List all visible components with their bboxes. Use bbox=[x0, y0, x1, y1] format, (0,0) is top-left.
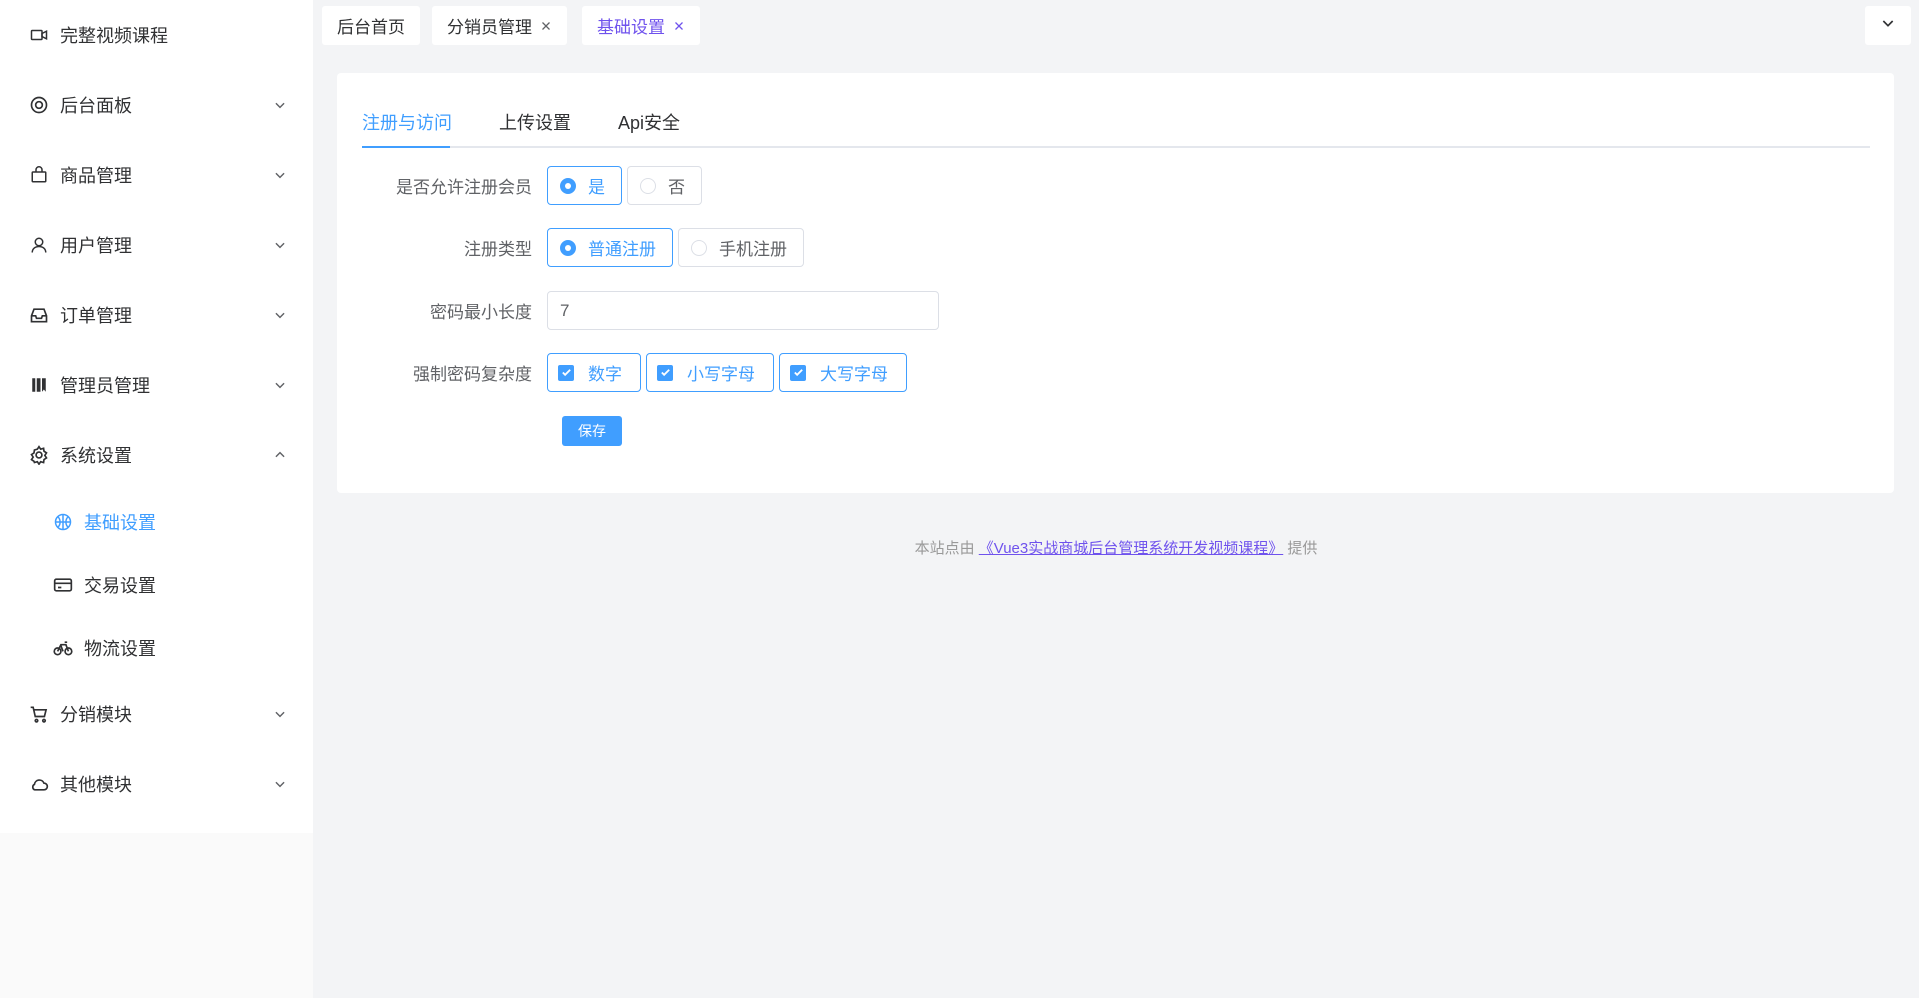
tag-label: 后台首页 bbox=[337, 18, 405, 37]
radio-unchecked-icon bbox=[640, 177, 656, 194]
sidebar-item-label: 分销模块 bbox=[60, 705, 132, 725]
chevron-down-icon bbox=[273, 168, 287, 182]
radio-label: 否 bbox=[668, 178, 685, 197]
tab-active-indicator bbox=[362, 146, 450, 148]
tag-label: 基础设置 bbox=[597, 18, 665, 37]
chevron-down-icon bbox=[273, 777, 287, 791]
tag-bar: 后台首页 分销员管理 基础设置 bbox=[313, 0, 1919, 52]
register-type-normal-radio[interactable]: 普通注册 bbox=[547, 228, 673, 267]
sidebar-item-label: 系统设置 bbox=[60, 446, 132, 466]
allow-register-label: 是否允许注册会员 bbox=[396, 178, 532, 197]
sidebar-menu: 完整视频课程 后台面板 商品管理 用户管理 订单管理 管理员管理 系统设置 基础… bbox=[0, 0, 313, 833]
user-icon bbox=[28, 234, 50, 256]
checkbox-checked-icon bbox=[558, 364, 574, 381]
sidebar-item-admins[interactable]: 管理员管理 bbox=[0, 350, 313, 420]
radio-label: 普通注册 bbox=[588, 240, 656, 259]
credit-card-icon bbox=[52, 574, 74, 596]
checkbox-label: 小写字母 bbox=[687, 365, 755, 384]
tag-label: 分销员管理 bbox=[447, 18, 532, 37]
tag-basic-settings[interactable]: 基础设置 bbox=[582, 6, 700, 45]
sidebar-item-orders[interactable]: 订单管理 bbox=[0, 280, 313, 350]
notebook-icon bbox=[28, 374, 50, 396]
register-type-row: 注册类型 普通注册 手机注册 bbox=[337, 228, 809, 267]
course-link[interactable]: 《Vue3实战商城后台管理系统开发视频课程》 bbox=[979, 540, 1283, 557]
complexity-lowercase-checkbox[interactable]: 小写字母 bbox=[646, 353, 774, 392]
sidebar-item-label: 完整视频课程 bbox=[60, 26, 168, 46]
password-complexity-row: 强制密码复杂度 数字 小写字母 大写字母 bbox=[337, 353, 912, 392]
radio-label: 手机注册 bbox=[719, 240, 787, 259]
close-icon[interactable] bbox=[673, 20, 685, 32]
complexity-digits-checkbox[interactable]: 数字 bbox=[547, 353, 641, 392]
checkbox-label: 大写字母 bbox=[820, 365, 888, 384]
footer-suffix: 提供 bbox=[1287, 540, 1318, 557]
sidebar-item-distribution[interactable]: 分销模块 bbox=[0, 679, 313, 749]
radio-unchecked-icon bbox=[691, 239, 707, 256]
sidebar-subitem-trade-settings[interactable]: 交易设置 bbox=[0, 553, 313, 616]
shopping-bag-icon bbox=[28, 164, 50, 186]
sidebar: 完整视频课程 后台面板 商品管理 用户管理 订单管理 管理员管理 系统设置 基础… bbox=[0, 0, 313, 998]
close-icon[interactable] bbox=[540, 20, 552, 32]
sidebar-item-users[interactable]: 用户管理 bbox=[0, 210, 313, 280]
video-camera-icon bbox=[28, 24, 50, 46]
chevron-up-icon bbox=[273, 448, 287, 462]
bicycle-icon bbox=[52, 637, 74, 659]
inbox-icon bbox=[28, 304, 50, 326]
sidebar-item-dashboard[interactable]: 后台面板 bbox=[0, 70, 313, 140]
tab-upload-settings[interactable]: 上传设置 bbox=[499, 108, 571, 148]
allow-register-row: 是否允许注册会员 是 否 bbox=[337, 166, 707, 205]
checkbox-checked-icon bbox=[657, 364, 673, 381]
allow-register-no-radio[interactable]: 否 bbox=[627, 166, 702, 205]
sidebar-item-label: 其他模块 bbox=[60, 775, 132, 795]
sidebar-subitem-logistics-settings[interactable]: 物流设置 bbox=[0, 616, 313, 679]
radio-checked-icon bbox=[560, 177, 576, 194]
sidebar-item-label: 用户管理 bbox=[60, 236, 132, 256]
footer-prefix: 本站点由 bbox=[914, 540, 975, 557]
tab-register-access[interactable]: 注册与访问 bbox=[362, 108, 452, 148]
chevron-down-icon bbox=[273, 238, 287, 252]
sidebar-subitem-label: 交易设置 bbox=[84, 575, 156, 596]
register-type-label: 注册类型 bbox=[464, 240, 532, 259]
cloud-icon bbox=[28, 773, 50, 795]
sidebar-subitem-basic-settings[interactable]: 基础设置 bbox=[0, 490, 313, 553]
password-min-label: 密码最小长度 bbox=[430, 303, 532, 322]
checkbox-label: 数字 bbox=[588, 365, 622, 384]
sidebar-subitem-label: 基础设置 bbox=[84, 512, 156, 533]
radio-label: 是 bbox=[588, 178, 605, 197]
sidebar-item-label: 管理员管理 bbox=[60, 376, 150, 396]
tab-api-security[interactable]: Api安全 bbox=[618, 108, 680, 148]
shopping-cart-icon bbox=[28, 703, 50, 725]
sidebar-item-system-settings[interactable]: 系统设置 bbox=[0, 420, 313, 490]
sidebar-item-other[interactable]: 其他模块 bbox=[0, 749, 313, 819]
password-min-row: 密码最小长度 7 bbox=[337, 291, 939, 330]
radio-checked-icon bbox=[560, 239, 576, 256]
register-type-phone-radio[interactable]: 手机注册 bbox=[678, 228, 804, 267]
chevron-down-icon bbox=[273, 378, 287, 392]
sidebar-item-products[interactable]: 商品管理 bbox=[0, 140, 313, 210]
chevron-down-icon bbox=[273, 707, 287, 721]
password-min-input[interactable]: 7 bbox=[547, 291, 939, 330]
sidebar-item-full-video-course[interactable]: 完整视频课程 bbox=[0, 0, 313, 70]
chevron-down-icon bbox=[273, 308, 287, 322]
password-complexity-label: 强制密码复杂度 bbox=[413, 365, 532, 384]
settings-card: 注册与访问 上传设置 Api安全 是否允许注册会员 是 否 注册类型 普通注册 … bbox=[337, 73, 1894, 493]
menu-spacer bbox=[0, 819, 313, 833]
allow-register-yes-radio[interactable]: 是 bbox=[547, 166, 622, 205]
chevron-down-icon bbox=[1880, 15, 1896, 36]
sidebar-subitem-label: 物流设置 bbox=[84, 638, 156, 659]
gear-icon bbox=[28, 444, 50, 466]
tag-dashboard-home[interactable]: 后台首页 bbox=[322, 6, 420, 45]
settings-tabs: 注册与访问 上传设置 Api安全 bbox=[362, 108, 1870, 148]
save-button[interactable]: 保存 bbox=[562, 416, 622, 446]
help-buoy-icon bbox=[28, 94, 50, 116]
checkbox-checked-icon bbox=[790, 364, 806, 381]
complexity-uppercase-checkbox[interactable]: 大写字母 bbox=[779, 353, 907, 392]
chevron-down-icon bbox=[273, 98, 287, 112]
sidebar-item-label: 后台面板 bbox=[60, 96, 132, 116]
basketball-icon bbox=[52, 511, 74, 533]
sidebar-item-label: 订单管理 bbox=[60, 306, 132, 326]
tag-distributor-management[interactable]: 分销员管理 bbox=[432, 6, 567, 45]
tags-dropdown-button[interactable] bbox=[1865, 6, 1911, 45]
sidebar-item-label: 商品管理 bbox=[60, 166, 132, 186]
footer: 本站点由 《Vue3实战商城后台管理系统开发视频课程》 提供 bbox=[313, 537, 1919, 558]
